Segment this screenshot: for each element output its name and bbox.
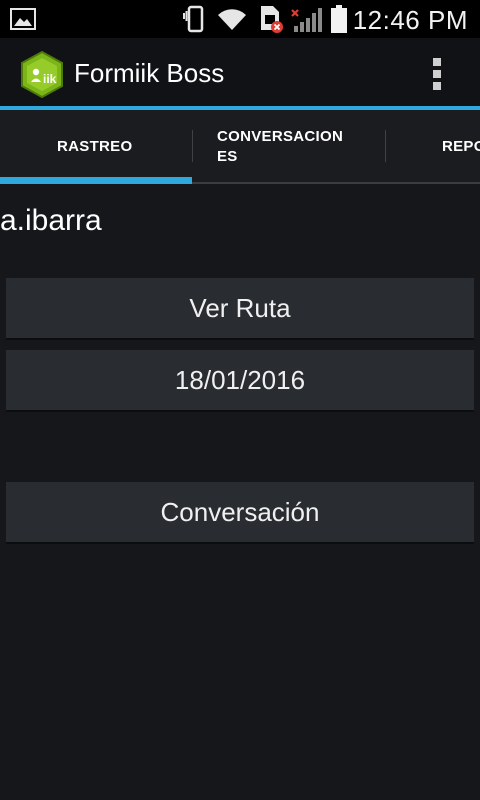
overflow-dot-icon — [433, 70, 441, 78]
tab-conversaciones[interactable]: CONVERSACION ES — [193, 110, 385, 182]
tab-rastreo[interactable]: RASTREO — [0, 110, 192, 182]
overflow-dot-icon — [433, 58, 441, 66]
image-notification-icon — [10, 8, 36, 35]
selected-tab-indicator — [0, 177, 192, 184]
ver-ruta-button[interactable]: Ver Ruta — [6, 278, 474, 338]
status-bar: 12:46 PM — [0, 0, 480, 38]
tab-conversaciones-label-line2: ES — [217, 148, 238, 165]
app-logo-icon[interactable]: iik — [20, 50, 64, 103]
action-bar: iik Formiik Boss — [0, 38, 480, 110]
battery-icon — [330, 4, 348, 39]
conversacion-button[interactable]: Conversación — [6, 482, 474, 542]
signal-no-service-icon — [290, 4, 324, 39]
tab-reportes[interactable]: REPO — [386, 110, 480, 182]
app-title: Formiik Boss — [74, 58, 225, 88]
sim-error-icon — [258, 4, 284, 39]
status-clock: 12:46 PM — [352, 5, 468, 35]
overflow-dot-icon — [433, 82, 441, 90]
tab-reportes-label: REPO — [442, 138, 480, 155]
vibrate-icon — [182, 5, 208, 38]
overflow-menu-button[interactable] — [422, 50, 452, 94]
username-label: a.ibarra — [0, 204, 102, 237]
date-picker-button[interactable]: 18/01/2016 — [6, 350, 474, 410]
tab-bar: RASTREO CONVERSACION ES REPO — [0, 110, 480, 184]
tab-rastreo-label: RASTREO — [57, 138, 133, 155]
wifi-icon — [215, 6, 249, 37]
app-logo-text: iik — [43, 72, 57, 86]
tab-conversaciones-label-line1: CONVERSACION — [217, 128, 344, 145]
